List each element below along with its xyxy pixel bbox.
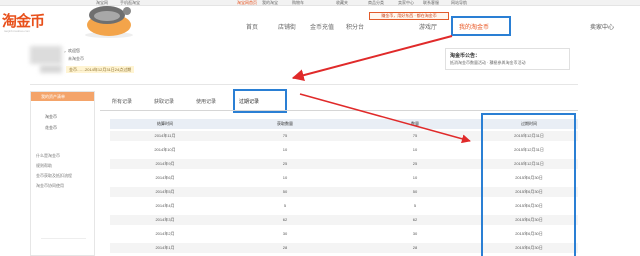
tab-all-records[interactable]: 所有记录 — [112, 98, 132, 105]
topbar-link-favorites[interactable]: 收藏夹 — [336, 0, 348, 6]
topbar-link-home[interactable]: 淘宝网首页 — [237, 0, 257, 6]
promo-banner[interactable]: 赚金币，用好东西 · 都在淘金币 — [369, 12, 449, 20]
header-settle-time: 结算时间 — [157, 121, 173, 126]
cell-earned: 10 — [282, 147, 288, 152]
header-earned: 获取数量 — [277, 121, 293, 126]
site-logo[interactable]: 淘金币 taojinbi.taobao.com — [2, 10, 58, 34]
topbar-link-seller-center[interactable]: 卖家中心 — [398, 0, 414, 6]
nav-item-points[interactable]: 积分台 — [346, 22, 364, 31]
topbar-link-cart[interactable]: 购物车 — [292, 0, 304, 6]
cell-time: 2014年3月 — [155, 217, 175, 222]
cell-amount: 28 — [412, 245, 418, 250]
sidebar-help-usage[interactable]: 淘金币协同使用 — [36, 183, 64, 189]
notice-title: 淘金币公告： — [450, 53, 481, 59]
sidebar-help-rules[interactable]: 规则帮助 — [36, 163, 52, 169]
cell-amount: 25 — [412, 161, 418, 166]
sidebar-header[interactable]: 我的资产清单 — [31, 92, 94, 101]
cell-time: 2014年1月 — [155, 245, 175, 250]
my-coins-highlight-box — [451, 16, 511, 36]
cell-earned: 75 — [282, 133, 288, 138]
cell-earned: 10 — [282, 175, 288, 180]
nav-item-games[interactable]: 游戏厅 — [419, 22, 437, 31]
cell-earned: 5 — [283, 203, 287, 208]
sidebar-divider — [41, 238, 86, 239]
topbar-link-support[interactable]: 联系客服 — [423, 0, 439, 6]
avatar — [30, 46, 62, 64]
cell-amount: 62 — [412, 217, 418, 222]
cell-amount: 10 — [412, 147, 418, 152]
user-info: ，欢迎您 未淘金币 金币……2014年12月31日24点过期 — [30, 46, 220, 80]
expire-column-highlight-box — [481, 113, 576, 256]
username-blurred — [40, 65, 62, 73]
logo-subtitle: taojinbi.taobao.com — [4, 29, 31, 33]
cell-earned: 50 — [282, 189, 288, 194]
cell-earned: 25 — [282, 161, 288, 166]
user-status: 未淘金币 — [68, 56, 84, 61]
sidebar-item-coins[interactable]: 淘金币 — [45, 114, 57, 120]
topbar-link-my-taobao[interactable]: 我的淘宝 — [262, 0, 278, 6]
nav-item-shop-street[interactable]: 店铺街 — [278, 22, 296, 31]
divider — [30, 84, 578, 85]
user-center-link[interactable]: 卖家中心 — [590, 22, 614, 31]
cell-amount: 75 — [412, 133, 418, 138]
sidebar: 我的资产清单 淘金币 花金币 什么是淘金币 规则帮助 金币获取及抵扣流程 淘金币… — [30, 91, 95, 256]
cell-amount: 10 — [412, 175, 418, 180]
tab-underline — [100, 110, 578, 111]
notice-box: 淘金币公告： 抵消淘金币数量活动 · 積極参與淘金币活动 — [445, 48, 570, 70]
sidebar-help-what[interactable]: 什么是淘金币 — [36, 153, 60, 159]
cell-time: 2014年6月 — [155, 175, 175, 180]
logo-title: 淘金币 — [2, 12, 45, 30]
topbar-link-categories[interactable]: 商品分类 — [368, 0, 384, 6]
cell-time: 2014年11月 — [154, 133, 176, 138]
cell-time: 2014年4月 — [155, 203, 175, 208]
cell-time: 2014年10月 — [154, 147, 176, 152]
header-amount: 数量 — [411, 121, 419, 126]
expire-note: 金币……2014年12月31日24点过期 — [66, 66, 135, 73]
cell-amount: 5 — [413, 203, 417, 208]
tab-earn-records[interactable]: 获取记录 — [154, 98, 174, 105]
arrow-to-expired-tab — [291, 35, 453, 82]
cell-time: 2014年5月 — [155, 189, 175, 194]
mascot-image — [85, 6, 133, 38]
cell-earned: 28 — [282, 245, 288, 250]
cell-earned: 30 — [282, 231, 288, 236]
cell-amount: 30 — [412, 231, 418, 236]
sidebar-help-flow[interactable]: 金币获取及抵扣流程 — [36, 173, 72, 179]
cell-earned: 62 — [282, 217, 288, 222]
sidebar-item-spend[interactable]: 花金币 — [45, 125, 57, 131]
cell-amount: 50 — [412, 189, 418, 194]
topbar-link-site-nav[interactable]: 网站导航 — [451, 0, 467, 6]
welcome-text: ，欢迎您 — [64, 48, 80, 53]
nav-item-recharge[interactable]: 金币充值 — [310, 22, 334, 31]
cell-time: 2014年2月 — [155, 231, 175, 236]
notice-body[interactable]: 抵消淘金币数量活动 · 積極参與淘金币活动 — [450, 60, 526, 66]
cell-time: 2014年9月 — [155, 161, 175, 166]
nav-item-home[interactable]: 首页 — [246, 22, 258, 31]
tab-use-records[interactable]: 使用记录 — [196, 98, 216, 105]
